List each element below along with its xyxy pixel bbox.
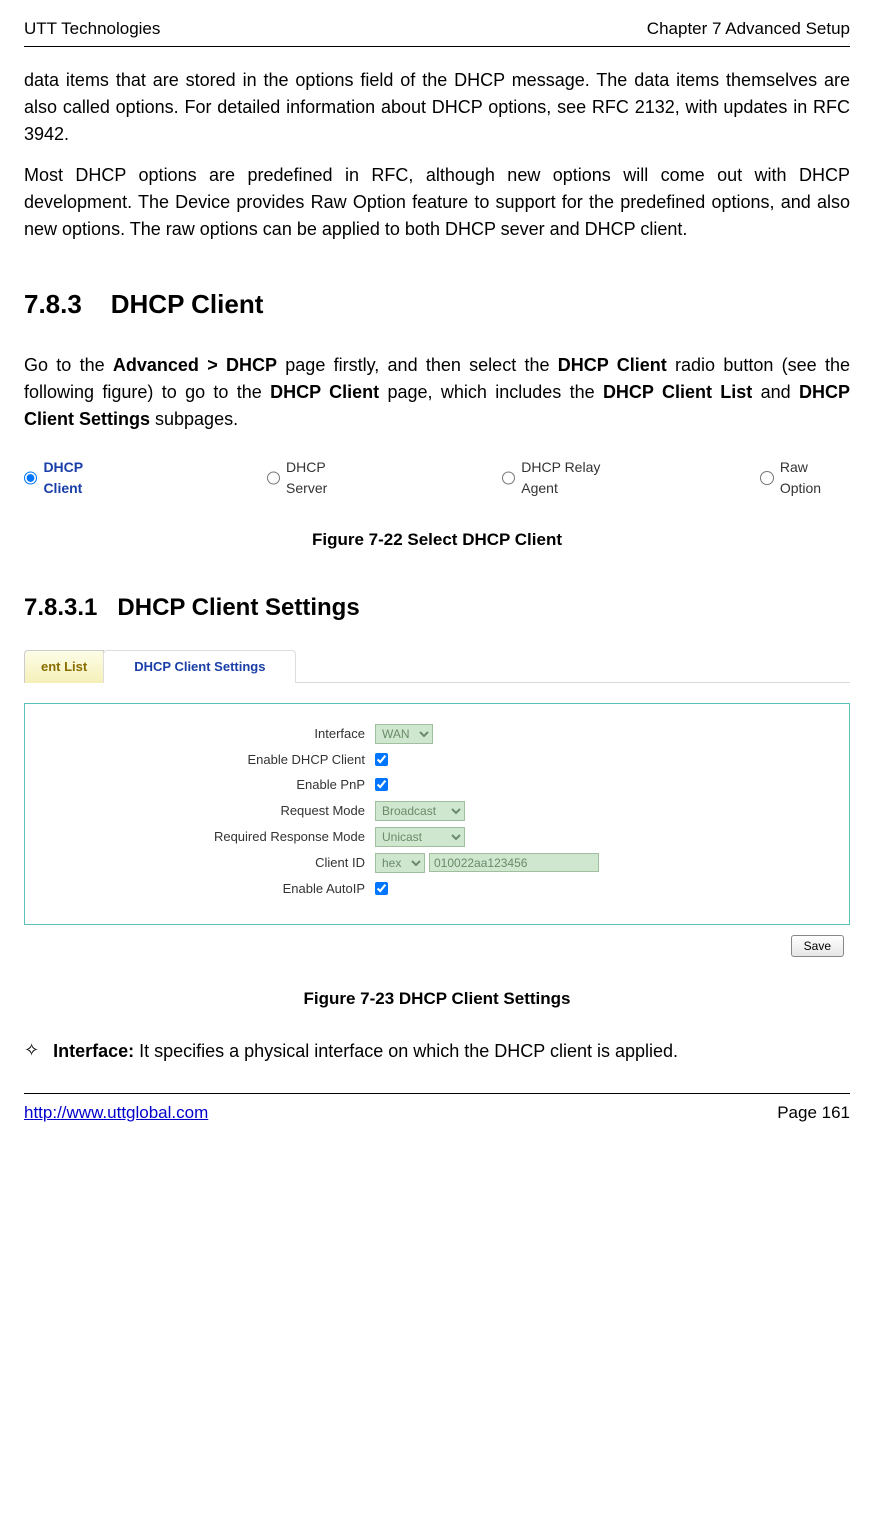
section-title: DHCP Client — [111, 289, 264, 319]
tab-client-settings[interactable]: DHCP Client Settings — [103, 650, 296, 683]
tab-client-list[interactable]: ent List — [24, 650, 104, 683]
intro-bold-4: DHCP Client List — [603, 382, 752, 402]
subsection-number: 7.8.3.1 — [24, 594, 97, 621]
intro-text: and — [752, 382, 799, 402]
radio-dhcp-client-input[interactable] — [24, 471, 37, 485]
client-id-label: Client ID — [25, 853, 375, 873]
intro-text: page, which includes the — [379, 382, 603, 402]
subsection-title: DHCP Client Settings — [117, 594, 359, 621]
page-footer: http://www.uttglobal.com Page 161 — [24, 1093, 850, 1126]
intro-bold-3: DHCP Client — [270, 382, 379, 402]
radio-dhcp-client-label: DHCP Client — [43, 457, 122, 499]
intro-bold-1: Advanced > DHCP — [113, 355, 277, 375]
enable-autoip-checkbox[interactable] — [375, 882, 388, 895]
radio-dhcp-client[interactable]: DHCP Client — [24, 457, 122, 499]
radio-dhcp-relay-label: DHCP Relay Agent — [521, 457, 635, 499]
radio-raw-option-label: Raw Option — [780, 457, 850, 499]
request-mode-select[interactable]: Broadcast — [375, 801, 465, 821]
enable-autoip-label: Enable AutoIP — [25, 879, 375, 899]
radio-dhcp-server-label: DHCP Server — [286, 457, 367, 499]
save-button[interactable]: Save — [791, 935, 844, 957]
section-number: 7.8.3 — [24, 289, 82, 319]
radio-raw-option-input[interactable] — [760, 471, 773, 485]
subsection-heading: 7.8.3.1 DHCP Client Settings — [24, 590, 850, 626]
enable-client-checkbox[interactable] — [375, 753, 388, 766]
tab-bar: ent List DHCP Client Settings — [24, 650, 850, 683]
enable-pnp-checkbox[interactable] — [375, 778, 388, 791]
intro-paragraph: Go to the Advanced > DHCP page firstly, … — [24, 352, 850, 433]
radio-dhcp-relay[interactable]: DHCP Relay Agent — [502, 457, 636, 499]
client-id-input[interactable] — [429, 853, 599, 872]
paragraph-1: data items that are stored in the option… — [24, 67, 850, 148]
radio-dhcp-server[interactable]: DHCP Server — [267, 457, 368, 499]
response-mode-select[interactable]: Unicast — [375, 827, 465, 847]
section-heading: 7.8.3 DHCP Client — [24, 285, 850, 324]
bullet-content: Interface: It specifies a physical inter… — [53, 1038, 678, 1065]
request-mode-label: Request Mode — [25, 801, 375, 821]
tab-underline — [296, 682, 850, 683]
enable-client-label: Enable DHCP Client — [25, 750, 375, 770]
bullet-text: It specifies a physical interface on whi… — [134, 1041, 678, 1061]
radio-raw-option[interactable]: Raw Option — [760, 457, 850, 499]
bullet-label: Interface: — [53, 1041, 134, 1061]
footer-page: Page 161 — [777, 1100, 850, 1126]
figure-23-caption: Figure 7-23 DHCP Client Settings — [24, 986, 850, 1012]
client-id-type-select[interactable]: hex — [375, 853, 425, 873]
footer-link[interactable]: http://www.uttglobal.com — [24, 1100, 208, 1126]
paragraph-2: Most DHCP options are predefined in RFC,… — [24, 162, 850, 243]
figure-radio-row: DHCP Client DHCP Server DHCP Relay Agent… — [24, 457, 850, 499]
header-left: UTT Technologies — [24, 16, 160, 42]
radio-dhcp-server-input[interactable] — [267, 471, 280, 485]
settings-panel: Interface WAN Enable DHCP Client Enable … — [24, 703, 850, 926]
radio-dhcp-relay-input[interactable] — [502, 471, 515, 485]
intro-text: page firstly, and then select the — [277, 355, 558, 375]
interface-label: Interface — [25, 724, 375, 744]
bullet-interface: ✧ Interface: It specifies a physical int… — [24, 1038, 850, 1065]
enable-pnp-label: Enable PnP — [25, 775, 375, 795]
header-right: Chapter 7 Advanced Setup — [647, 16, 850, 42]
figure-22-caption: Figure 7-22 Select DHCP Client — [24, 527, 850, 553]
page-header: UTT Technologies Chapter 7 Advanced Setu… — [24, 16, 850, 47]
intro-bold-2: DHCP Client — [558, 355, 667, 375]
interface-select[interactable]: WAN — [375, 724, 433, 744]
diamond-icon: ✧ — [24, 1038, 39, 1063]
intro-text: subpages. — [150, 409, 238, 429]
intro-text: Go to the — [24, 355, 113, 375]
response-mode-label: Required Response Mode — [25, 827, 375, 847]
